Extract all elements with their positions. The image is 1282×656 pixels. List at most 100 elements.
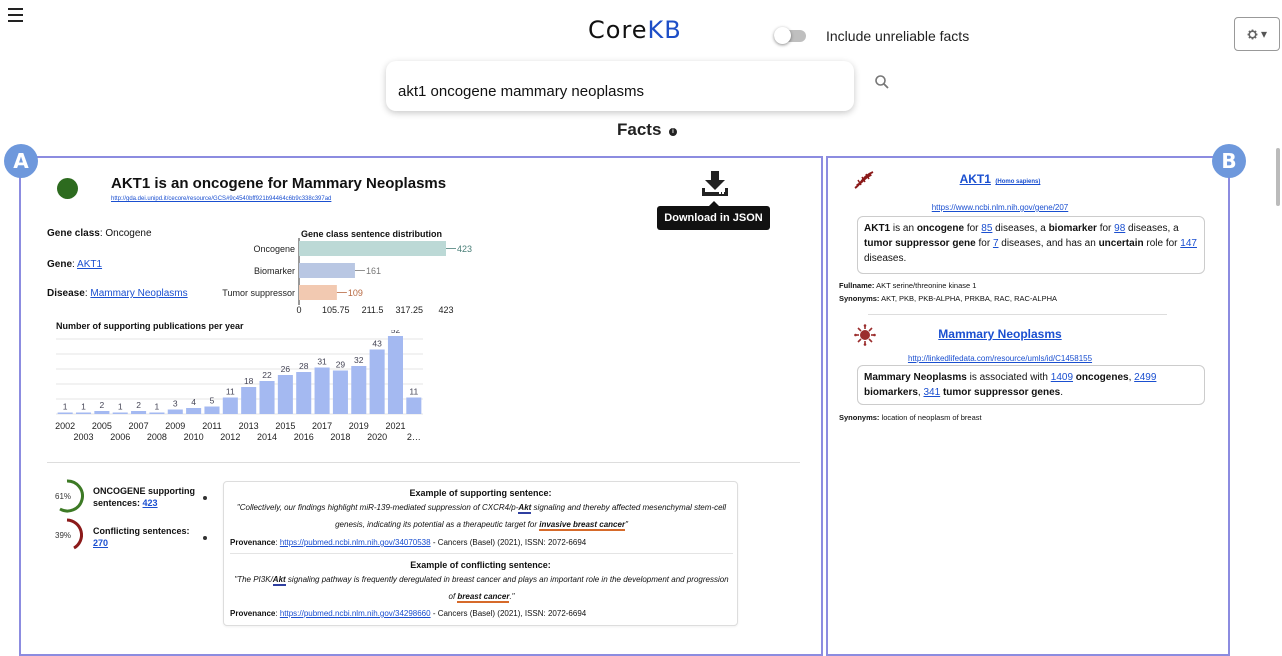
- biomarkers-count-link[interactable]: 2499: [1134, 372, 1156, 383]
- oncogene-sentences: ONCOGENE supporting sentences: 423: [93, 486, 195, 508]
- support-provenance-link[interactable]: https://pubmed.ncbi.nlm.nih.gov/34070538: [280, 538, 431, 547]
- gene-title-link[interactable]: AKT1: [960, 172, 991, 186]
- category-label: Tumor suppressor: [222, 288, 295, 298]
- search-icon[interactable]: [874, 74, 890, 90]
- year-bar-2017: [314, 367, 330, 414]
- x-tick-label: 2017: [312, 421, 332, 431]
- toggle-label: Include unreliable facts: [826, 28, 970, 44]
- search-box: [386, 61, 854, 111]
- gene-class-value: Oncogene: [105, 228, 152, 239]
- summary-text: diseases, and has an: [998, 238, 1099, 249]
- tumor-genes-count-link[interactable]: 341: [923, 387, 940, 398]
- info-icon[interactable]: [203, 496, 207, 500]
- data-label: 3: [173, 399, 178, 409]
- info-icon[interactable]: [203, 536, 207, 540]
- oncogenes-count-link[interactable]: 1409: [1051, 372, 1073, 383]
- uncertain-count-link[interactable]: 147: [1180, 238, 1197, 249]
- conflict-donut: 39%: [55, 518, 84, 550]
- data-label: 423: [457, 244, 472, 254]
- summary-gene: AKT1: [864, 223, 891, 234]
- data-label: 1: [81, 402, 86, 412]
- oncogene-count-link[interactable]: 423: [143, 498, 158, 508]
- disease-title-row: Mammary Neoplasms: [840, 325, 1160, 343]
- chevron-down-icon: ▾: [1260, 27, 1268, 41]
- disease-title-link[interactable]: Mammary Neoplasms: [938, 327, 1061, 341]
- disease-url-link[interactable]: http://linkedlifedata.com/resource/umls/…: [908, 354, 1092, 363]
- page-scrollbar[interactable]: [1276, 148, 1280, 206]
- section-divider: [47, 462, 800, 463]
- x-tick-label: 2013: [239, 421, 259, 431]
- search-input[interactable]: [398, 83, 838, 100]
- year-bar-2019: [351, 366, 367, 414]
- data-label: 2: [100, 400, 105, 410]
- gene-link[interactable]: AKT1: [77, 259, 102, 270]
- settings-button[interactable]: ▾: [1234, 17, 1280, 51]
- gene-synonyms-row: Synonyms: AKT, PKB, PKB-ALPHA, PRKBA, RA…: [839, 294, 1057, 303]
- year-bar-2007: [131, 411, 147, 414]
- x-tick-label: 2019: [349, 421, 369, 431]
- disease-mention: invasive breast cancer: [539, 520, 626, 531]
- x-tick-label: 2006: [110, 432, 130, 442]
- x-tick-label: 2005: [92, 421, 112, 431]
- year-bar-2002: [57, 412, 73, 414]
- support-example-title-text: Example of supporting sentence: [409, 488, 549, 498]
- x-tick-label: 2011: [202, 421, 221, 431]
- gene-mention: Akt: [518, 503, 532, 514]
- x-tick-label: 2012: [220, 432, 240, 442]
- data-label: 161: [366, 266, 381, 276]
- year-bar-2021: [387, 336, 403, 414]
- gene-synonyms-value: AKT, PKB, PKB-ALPHA, PRKBA, RAC, RAC-ALP…: [881, 294, 1057, 303]
- conflict-count-link[interactable]: 270: [93, 538, 108, 548]
- fullname-label: Fullname:: [839, 281, 875, 290]
- year-bar-2005: [94, 411, 110, 414]
- fact-url-link[interactable]: http://gda.dei.unipd.it/cecore/resource/…: [111, 196, 331, 202]
- download-icon[interactable]: [700, 170, 730, 198]
- menu-icon[interactable]: [8, 8, 23, 22]
- reliability-indicator: [57, 178, 78, 199]
- support-sentence-pre: "Collectively, our findings highlight mi…: [236, 503, 519, 512]
- gene-url-link[interactable]: https://www.ncbi.nlm.nih.gov/gene/207: [932, 203, 1069, 212]
- support-provenance: Provenance: https://pubmed.ncbi.nlm.nih.…: [230, 538, 587, 547]
- gene-label: Gene: [47, 259, 73, 270]
- conflicting-sentences: Conflicting sentences: 270: [93, 526, 190, 548]
- bar-biomarker: [299, 263, 355, 278]
- x-tick-label: 2007: [129, 421, 149, 431]
- year-bar-2003: [76, 412, 92, 414]
- corekb-logo[interactable]: CoreKB: [588, 16, 682, 44]
- data-label: 29: [336, 360, 346, 370]
- provenance-label: Provenance: [230, 609, 276, 618]
- disease-link[interactable]: Mammary Neoplasms: [90, 288, 187, 299]
- info-icon[interactable]: i: [669, 128, 677, 136]
- summary-text: for: [1096, 223, 1115, 234]
- year-bar-2020: [369, 349, 385, 414]
- data-label: 2: [136, 400, 141, 410]
- conflict-provenance-rest: - Cancers (Basel) (2021), ISSN: 2072-669…: [430, 609, 587, 618]
- x-tick-label: 2003: [74, 432, 94, 442]
- summary-uncertain: uncertain: [1098, 238, 1144, 249]
- examples-box: Example of supporting sentence: "Collect…: [223, 481, 738, 626]
- bar-tumor-suppressor: [299, 285, 337, 300]
- logo-core: Core: [588, 16, 648, 44]
- support-sentence: "Collectively, our findings highlight mi…: [230, 499, 733, 533]
- summary-disease: Mammary Neoplasms: [864, 372, 967, 383]
- data-label: 52: [391, 330, 401, 335]
- summary-biomarkers: biomarkers: [864, 387, 918, 398]
- species-link[interactable]: (Homo sapiens): [995, 179, 1040, 185]
- disease-url-row: http://linkedlifedata.com/resource/umls/…: [840, 348, 1160, 366]
- year-bar-2006: [112, 412, 128, 414]
- data-label: 5: [210, 396, 215, 406]
- gene-row: Gene: AKT1: [47, 259, 103, 270]
- conflict-sentence: "The PI3K/Akt signaling pathway is frequ…: [230, 571, 733, 605]
- example-divider: [230, 553, 733, 554]
- conflict-sentence-pre: "The PI3K/: [234, 575, 273, 584]
- toggle-knob: [774, 27, 791, 44]
- unreliable-facts-toggle[interactable]: [774, 27, 806, 44]
- x-tick-label: 2016: [294, 432, 314, 442]
- data-label: 109: [348, 288, 363, 298]
- x-tick-label: 2010: [184, 432, 204, 442]
- data-label: 22: [262, 370, 272, 380]
- conflict-provenance-link[interactable]: https://pubmed.ncbi.nlm.nih.gov/34298660: [280, 609, 431, 618]
- biomarker-count-link[interactable]: 98: [1114, 223, 1125, 234]
- oncogene-count-link[interactable]: 85: [981, 223, 992, 234]
- x-tick-label: 2021: [385, 421, 405, 431]
